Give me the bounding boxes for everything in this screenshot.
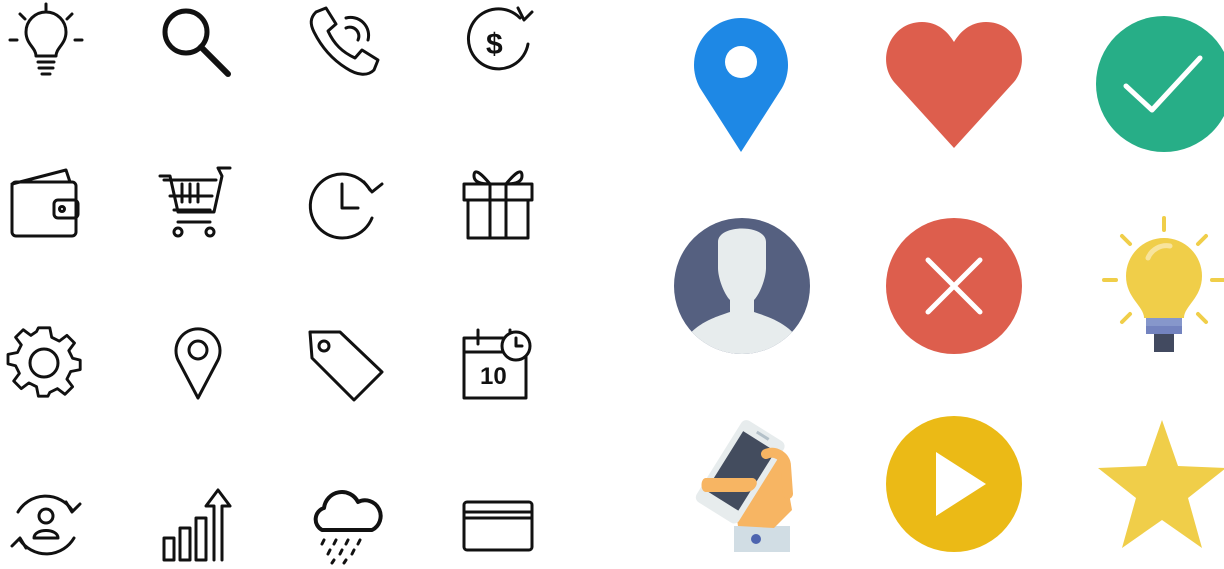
credit-card-icon: [460, 488, 536, 564]
hand-phone-icon: [690, 414, 794, 554]
check-circle-icon: [1096, 14, 1224, 154]
growth-chart-icon: [158, 488, 234, 564]
svg-text:10: 10: [480, 363, 507, 390]
phone-call-icon: [306, 4, 382, 80]
lightbulb-flat-icon: [1100, 214, 1224, 356]
calendar-clock-icon: 10: [460, 326, 540, 402]
rain-cloud-icon: [306, 488, 386, 565]
icon-sheet: $ 10: [0, 0, 1224, 565]
heart-icon: [884, 20, 1024, 150]
location-pin-icon: [690, 14, 792, 154]
dollar-refresh-icon: $: [458, 4, 538, 80]
wallet-icon: [8, 166, 84, 242]
map-pin-icon: [170, 326, 226, 402]
lightbulb-icon: [8, 2, 84, 80]
clock-history-icon: [306, 166, 386, 242]
search-icon: [158, 4, 234, 80]
star-icon: [1096, 418, 1224, 552]
close-circle-icon: [884, 216, 1024, 356]
user-avatar-icon: [672, 216, 812, 356]
shopping-cart-icon: [158, 166, 234, 242]
gift-icon: [460, 166, 536, 242]
gear-icon: [6, 326, 84, 402]
svg-text:$: $: [486, 28, 503, 61]
play-circle-icon: [884, 414, 1024, 554]
price-tag-icon: [306, 326, 386, 402]
user-sync-icon: [8, 488, 84, 564]
